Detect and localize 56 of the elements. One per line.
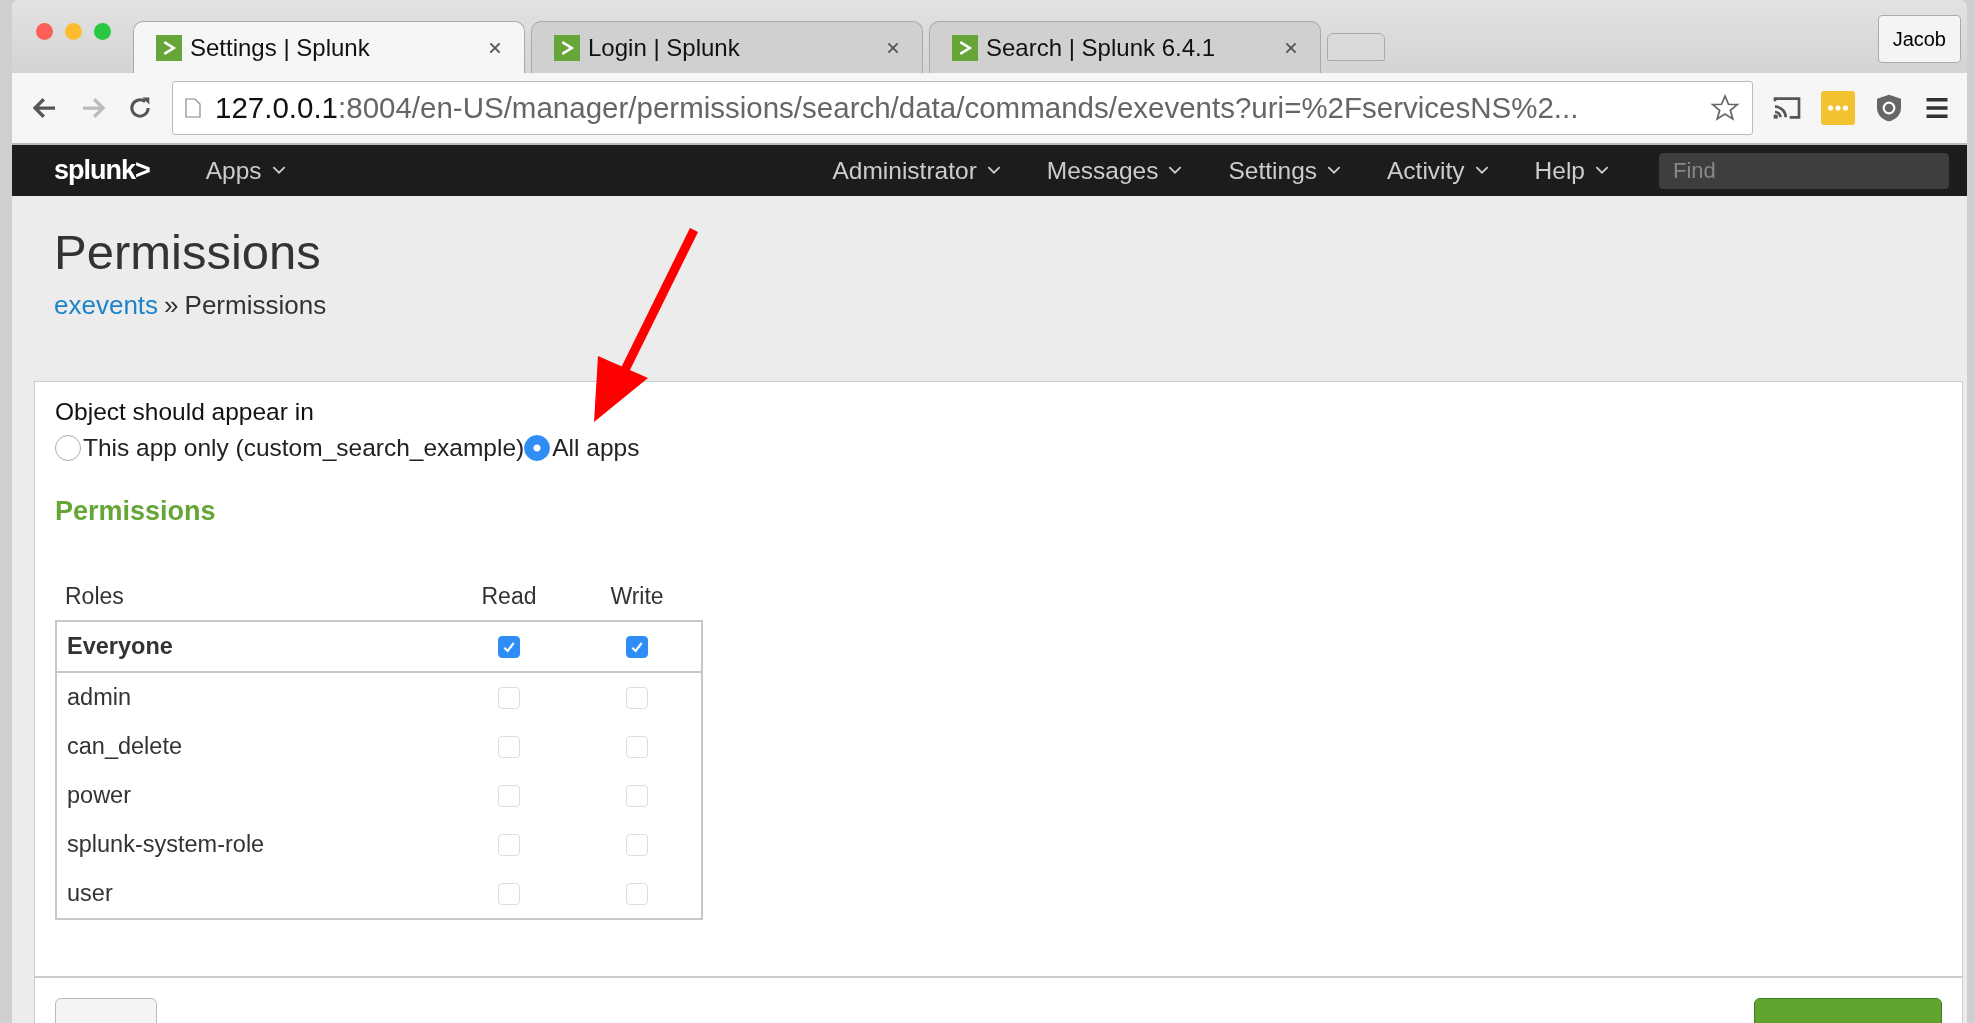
- address-field[interactable]: 127.0.0.1:8004/en-US/manager/permissions/search/data/commands/exevents?uri=%2FservicesNS%2...: [172, 81, 1753, 135]
- write-checkbox[interactable]: [626, 635, 648, 658]
- role-name: user: [66, 880, 114, 907]
- browser-tab[interactable]: Login | Splunk: [531, 21, 923, 73]
- role-name: Everyone: [66, 633, 174, 660]
- star-icon[interactable]: [1710, 93, 1740, 123]
- close-icon[interactable]: [488, 40, 502, 55]
- role-name: admin: [66, 684, 132, 711]
- favicon-icon: [156, 34, 182, 61]
- close-window-icon[interactable]: [36, 23, 53, 40]
- breadcrumb-current: Permissions: [184, 290, 327, 321]
- section-heading: Permissions: [55, 496, 217, 527]
- sharing-label: Object should appear in: [55, 398, 315, 426]
- radio-option[interactable]: This app only (custom_search_example): [55, 434, 525, 462]
- browser-tab[interactable]: Settings | Splunk: [133, 21, 525, 73]
- url-text: 127.0.0.1:8004/en-US/manager/permissions/search/data/commands/exevents?uri=%2FservicesNS%2...: [215, 91, 1580, 125]
- caret-icon: [1474, 166, 1489, 175]
- caret-icon: [1327, 166, 1341, 175]
- caret-icon: [986, 166, 1001, 175]
- extension-icon[interactable]: [1821, 91, 1855, 125]
- splunk-logo[interactable]: splunk>: [54, 155, 150, 186]
- role-name: can_delete: [66, 733, 183, 760]
- caret-icon: [1595, 166, 1609, 175]
- nav-menu[interactable]: Messages: [1026, 156, 1203, 185]
- nav-menu[interactable]: Settings: [1208, 156, 1361, 185]
- minimize-window-icon[interactable]: [65, 23, 82, 40]
- page-title: Permissions: [54, 224, 322, 280]
- favicon-icon: [554, 34, 580, 61]
- profile-button[interactable]: Jacob: [1877, 15, 1961, 63]
- favicon-icon: [952, 34, 978, 61]
- caret-icon: [1168, 166, 1183, 175]
- close-icon[interactable]: [886, 40, 900, 55]
- zoom-window-icon[interactable]: [94, 23, 111, 40]
- column-header: Roles: [64, 583, 125, 610]
- search-field[interactable]: Find: [1659, 152, 1949, 189]
- radio-button[interactable]: [524, 435, 551, 461]
- role-name: splunk-system-role: [66, 831, 266, 858]
- nav-menu[interactable]: Help: [1514, 156, 1629, 185]
- page-icon: [185, 98, 201, 118]
- tab-title: Settings | Splunk: [190, 33, 371, 62]
- caret-icon: [271, 166, 286, 175]
- new-tab-button[interactable]: [1327, 33, 1385, 61]
- nav-menu[interactable]: Administrator: [812, 156, 1021, 185]
- breadcrumb-separator: »: [164, 290, 179, 321]
- column-header: Write: [609, 583, 665, 610]
- apps-menu[interactable]: Apps: [185, 156, 306, 185]
- read-checkbox[interactable]: [498, 635, 520, 658]
- radio-option[interactable]: All apps: [524, 434, 640, 462]
- tab-title: Search | Splunk 6.4.1: [986, 33, 1217, 62]
- role-name: power: [66, 782, 132, 809]
- browser-tab[interactable]: Search | Splunk 6.4.1: [929, 21, 1321, 73]
- close-icon[interactable]: [1284, 40, 1298, 55]
- tab-title: Login | Splunk: [588, 33, 741, 62]
- radio-button[interactable]: [55, 435, 81, 461]
- column-header: Read: [480, 583, 538, 610]
- nav-menu[interactable]: Activity: [1367, 156, 1509, 185]
